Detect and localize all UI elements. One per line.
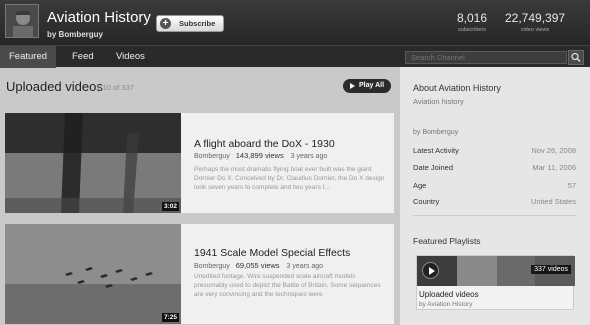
video-title[interactable]: 1941 Scale Model Special Effects xyxy=(194,247,350,259)
about-sidebar: About Aviation History Aviation history … xyxy=(400,67,590,325)
channel-avatar[interactable] xyxy=(5,4,39,38)
video-item[interactable]: 7:25 1941 Scale Model Special Effects Bo… xyxy=(5,224,394,324)
channel-header: Aviation History by Bomberguy + Subscrib… xyxy=(0,0,590,45)
video-meta: Bomberguy 69,055 views 3 years ago xyxy=(194,261,323,270)
subscriber-stat: 8,016 subscribers xyxy=(452,11,492,33)
video-views: 69,055 views xyxy=(235,261,280,270)
subscribe-plus-icon: + xyxy=(160,18,171,29)
info-label: Country xyxy=(413,197,440,206)
video-description: Unedited footage. Wire suspended scale a… xyxy=(194,273,381,298)
channel-nav: Featured Feed Videos xyxy=(0,45,590,68)
video-thumbnail[interactable]: 3:02 xyxy=(5,113,181,213)
video-view-label: video views xyxy=(520,27,550,33)
video-thumbnail[interactable]: 7:25 xyxy=(5,224,181,324)
playlist-card[interactable]: 337 videos Uploaded videos by Aviation H… xyxy=(416,255,575,310)
video-meta: Bomberguy 143,899 views 3 years ago xyxy=(194,151,327,160)
video-author[interactable]: Bomberguy xyxy=(194,153,230,160)
info-value: 57 xyxy=(567,181,576,190)
play-all-icon xyxy=(350,83,355,89)
play-all-label: Play All xyxy=(359,82,385,89)
info-date-joined: Date Joined Mar 11, 2006 xyxy=(413,163,576,172)
info-value: United States xyxy=(530,197,576,206)
tab-featured[interactable]: Featured xyxy=(0,46,56,68)
about-owner[interactable]: by Bomberguy xyxy=(413,129,458,136)
info-value: Mar 11, 2006 xyxy=(532,163,576,172)
playlist-count: 337 videos xyxy=(531,265,571,274)
video-views: 143,899 views xyxy=(235,151,284,160)
video-age: 3 years ago xyxy=(290,153,328,160)
playlist-owner: by Aviation History xyxy=(419,301,473,308)
about-description: Aviation history xyxy=(413,97,464,106)
search-input[interactable] xyxy=(405,51,567,64)
video-age: 3 years ago xyxy=(286,263,324,270)
subscriber-count: 8,016 xyxy=(456,11,488,25)
playlist-thumbnail[interactable]: 337 videos xyxy=(417,256,575,286)
info-value: Nov 26, 2008 xyxy=(531,146,576,155)
video-view-count: 22,749,397 xyxy=(505,11,566,25)
sidebar-divider xyxy=(413,215,576,216)
video-title[interactable]: A flight aboard the DoX - 1930 xyxy=(194,138,335,150)
subscribe-button[interactable]: + Subscribe xyxy=(156,15,224,32)
video-duration: 7:25 xyxy=(161,313,179,322)
featured-playlists-heading: Featured Playlists xyxy=(413,236,481,246)
playlist-title[interactable]: Uploaded videos xyxy=(419,290,479,299)
channel-title: Aviation History xyxy=(47,9,151,26)
info-age: Age 57 xyxy=(413,181,576,190)
video-author[interactable]: Bomberguy xyxy=(194,263,230,270)
uploads-heading: Uploaded videos xyxy=(6,79,103,94)
subscriber-label: subscribers xyxy=(457,27,487,33)
tab-feed[interactable]: Feed xyxy=(72,46,94,68)
tab-videos[interactable]: Videos xyxy=(116,46,145,68)
info-latest-activity: Latest Activity Nov 26, 2008 xyxy=(413,146,576,155)
info-label: Date Joined xyxy=(413,163,454,172)
views-stat: 22,749,397 video views xyxy=(505,11,565,33)
about-heading: About Aviation History xyxy=(413,83,501,93)
play-all-button[interactable]: Play All xyxy=(343,79,391,93)
info-country: Country United States xyxy=(413,197,576,206)
video-duration: 3:02 xyxy=(161,202,179,211)
info-label: Latest Activity xyxy=(413,146,459,155)
channel-owner[interactable]: by Bomberguy xyxy=(47,30,103,39)
uploads-count: 1-10 of 337 xyxy=(96,83,134,92)
subscribe-label: Subscribe xyxy=(179,19,216,28)
info-label: Age xyxy=(413,181,427,190)
search-button[interactable] xyxy=(568,50,584,65)
video-description: Perhaps the most dramatic flying boat ev… xyxy=(194,166,385,191)
search-icon xyxy=(571,52,581,63)
playlist-play-icon xyxy=(422,262,439,279)
video-item[interactable]: 3:02 A flight aboard the DoX - 1930 Bomb… xyxy=(5,113,394,213)
